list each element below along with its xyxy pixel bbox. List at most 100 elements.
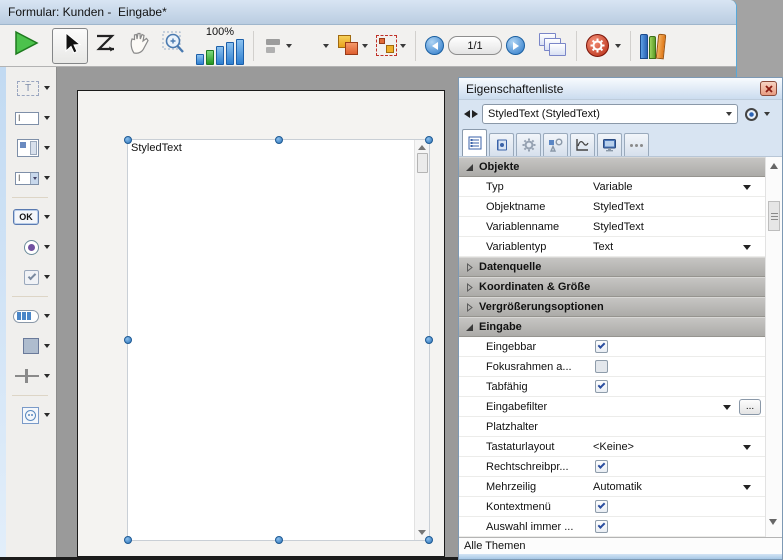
scroll-up-icon[interactable] (418, 145, 426, 150)
tab-more[interactable] (624, 133, 649, 156)
object-nav-buttons[interactable] (464, 110, 478, 118)
progress-bar-tool-button[interactable] (8, 301, 56, 331)
chevron-down-icon (44, 275, 50, 279)
form-page[interactable]: StyledText (77, 90, 445, 557)
section-header-eingabe[interactable]: Eingabe (459, 317, 765, 337)
toolbar-separator (576, 31, 577, 61)
scroll-down-icon[interactable] (418, 530, 426, 535)
draw-tool-button[interactable] (88, 28, 122, 64)
list-box-tool-button[interactable] (8, 133, 56, 163)
tab-curve[interactable] (570, 133, 595, 156)
chevron-down-icon (726, 112, 732, 116)
previous-page-button[interactable] (425, 36, 444, 55)
zoom-tool-button[interactable] (156, 28, 192, 64)
resize-handle-top-left[interactable] (124, 136, 132, 144)
properties-status-bar[interactable]: Alle Themen (459, 537, 782, 554)
property-row-objektname[interactable]: Objektname StyledText (459, 197, 765, 217)
resize-handle-bottom-left[interactable] (124, 536, 132, 544)
properties-panel-titlebar[interactable]: Eigenschaftenliste (459, 78, 782, 100)
resize-handle-top-center[interactable] (275, 136, 283, 144)
window-titlebar[interactable]: Formular: Kunden - Eingabe* (0, 0, 736, 25)
book-icon (495, 138, 509, 152)
property-row-variablentyp[interactable]: Variablentyp Text (459, 237, 765, 257)
next-page-button[interactable] (506, 36, 525, 55)
scroll-thumb[interactable] (417, 153, 428, 173)
property-row-platzhalter[interactable]: Platzhalter (459, 417, 765, 437)
chevron-down-icon[interactable] (723, 405, 731, 410)
checkbox-checked[interactable] (595, 340, 608, 353)
property-row-variablenname[interactable]: Variablenname StyledText (459, 217, 765, 237)
tab-book[interactable] (489, 133, 514, 156)
settings-button[interactable] (582, 28, 625, 64)
scroll-up-icon[interactable] (770, 163, 778, 169)
label-tool-button[interactable]: T (8, 73, 56, 103)
selection-group-button[interactable] (372, 28, 410, 64)
checkbox-checked[interactable] (595, 380, 608, 393)
checkbox-checked[interactable] (595, 500, 608, 513)
property-row-tabfaehig[interactable]: Tabfähig (459, 377, 765, 397)
pan-tool-button[interactable] (122, 28, 156, 64)
chevron-down-icon[interactable] (743, 185, 751, 190)
bring-to-front-icon (337, 35, 359, 56)
property-row-kontextmenu[interactable]: Kontextmenü (459, 497, 765, 517)
styledtext-control[interactable]: StyledText (127, 139, 430, 541)
checkbox-checked[interactable] (595, 460, 608, 473)
properties-scrollbar[interactable] (765, 157, 782, 537)
pages-button[interactable] (535, 28, 571, 64)
property-row-eingebbar[interactable]: Eingebbar (459, 337, 765, 357)
list-icon (468, 136, 482, 150)
combo-box-tool-button[interactable]: I (8, 163, 56, 193)
theme-filter-label: Alle Themen (464, 540, 526, 552)
property-row-tastaturlayout[interactable]: Tastaturlayout <Keine> (459, 437, 765, 457)
library-button[interactable] (636, 28, 669, 64)
property-row-typ[interactable]: Typ Variable (459, 177, 765, 197)
text-input-tool-button[interactable]: I (8, 103, 56, 133)
checkbox-checked[interactable] (595, 520, 608, 533)
section-header-objekte[interactable]: Objekte (459, 157, 765, 177)
property-row-mehrzeilig[interactable]: Mehrzeilig Automatik (459, 477, 765, 497)
scroll-down-icon[interactable] (769, 519, 777, 525)
radio-button-tool-button[interactable] (8, 232, 56, 262)
resize-handle-bottom-center[interactable] (275, 536, 283, 544)
property-row-auswahl-immer[interactable]: Auswahl immer ... (459, 517, 765, 537)
books-icon (640, 33, 665, 59)
section-header-datenquelle[interactable]: Datenquelle (459, 257, 765, 277)
checkbox-tool-button[interactable] (8, 262, 56, 292)
resize-handle-middle-right[interactable] (425, 336, 433, 344)
filter-ellipsis-button[interactable]: ... (739, 399, 761, 415)
tab-settings[interactable] (516, 133, 541, 156)
checkbox-unchecked[interactable] (595, 360, 608, 373)
run-button[interactable] (6, 28, 44, 64)
section-header-vergroesserung[interactable]: Vergrößerungsoptionen (459, 297, 765, 317)
select-tool-button[interactable] (52, 28, 88, 64)
chevron-down-icon[interactable] (743, 445, 751, 450)
visibility-filter-button[interactable] (745, 108, 770, 121)
magnifier-icon (160, 29, 188, 62)
section-header-koordinaten[interactable]: Koordinaten & Größe (459, 277, 765, 297)
align-button[interactable] (259, 28, 296, 64)
resize-handle-top-right[interactable] (425, 136, 433, 144)
chevron-down-icon[interactable] (743, 485, 751, 490)
object-selector-value: StyledText (StyledText) (488, 108, 600, 120)
property-row-fokusrahmen[interactable]: Fokusrahmen a... (459, 357, 765, 377)
tab-property-list[interactable] (462, 129, 487, 156)
resize-handle-middle-left[interactable] (124, 336, 132, 344)
main-toolbar: 100% 1/1 (0, 25, 736, 67)
object-selector-combo[interactable]: StyledText (StyledText) (482, 104, 738, 124)
arrange-order-button[interactable] (333, 28, 372, 64)
chevron-down-icon[interactable] (743, 245, 751, 250)
scroll-thumb[interactable] (768, 201, 780, 231)
slider-tool-button[interactable] (8, 361, 56, 391)
zoom-level-widget[interactable]: 100% (196, 27, 244, 65)
close-button[interactable] (760, 81, 777, 96)
tab-display[interactable] (597, 133, 622, 156)
distribute-button[interactable] (296, 28, 333, 64)
connector-tool-button[interactable] (8, 400, 56, 430)
connector-tool-icon (22, 407, 39, 424)
resize-handle-bottom-right[interactable] (425, 536, 433, 544)
ok-button-tool-button[interactable]: OK (8, 202, 56, 232)
property-row-rechtschreibpruefung[interactable]: Rechtschreibpr... (459, 457, 765, 477)
tab-shapes[interactable] (543, 133, 568, 156)
property-row-eingabefilter[interactable]: Eingabefilter ... (459, 397, 765, 417)
rectangle-tool-button[interactable] (8, 331, 56, 361)
